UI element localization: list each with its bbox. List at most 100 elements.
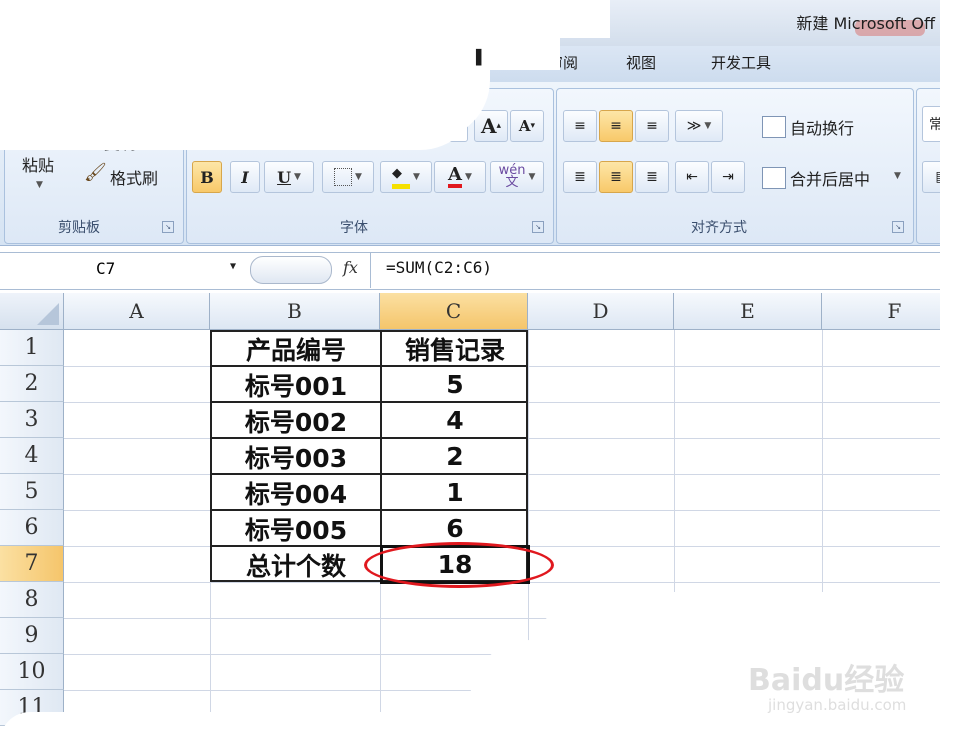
window-title: 新建 Microsoft Off (796, 14, 935, 33)
formula-bar-splitter[interactable] (250, 256, 332, 284)
merge-center-button[interactable]: 合并后居中 (790, 166, 870, 190)
wrap-text-icon (762, 116, 786, 138)
font-group-label: 字体 (340, 220, 368, 236)
font-color-button[interactable]: A ▼ (434, 161, 486, 193)
chevron-down-icon: ▼ (36, 180, 43, 190)
row-header-1[interactable]: 1 (0, 330, 64, 366)
tab-view[interactable]: 视图 (626, 52, 656, 73)
occlusion (940, 0, 975, 740)
underline-button[interactable]: U ▼ (264, 161, 314, 193)
border-icon (334, 168, 353, 186)
cell-c3[interactable]: 4 (382, 403, 528, 438)
column-header-c[interactable]: C (380, 293, 528, 330)
watermark-brand: Baidu经验 (748, 663, 905, 698)
insert-function-button[interactable]: fx (343, 258, 358, 277)
chevron-down-icon: ▼ (528, 172, 536, 182)
cell-b6[interactable]: 标号005 (212, 511, 380, 546)
cell-b7[interactable]: 总计个数 (212, 547, 380, 582)
name-box-value: C7 (96, 259, 116, 278)
align-top-button[interactable]: ≡ (563, 110, 597, 142)
cell-c1[interactable]: 销售记录 (382, 331, 528, 366)
watermark-url: jingyan.baidu.com (768, 696, 907, 714)
fill-color-button[interactable]: ◆ ▼ (380, 161, 432, 193)
paste-label: 粘贴 (22, 156, 55, 175)
font-color-icon: A (448, 166, 463, 188)
chevron-down-icon: ▼ (465, 172, 472, 182)
align-middle-button[interactable]: ≡ (599, 110, 633, 142)
cell-b5[interactable]: 标号004 (212, 475, 380, 510)
column-header-d[interactable]: D (528, 293, 674, 330)
cell-c5[interactable]: 1 (382, 475, 528, 510)
cell-c6[interactable]: 6 (382, 511, 528, 546)
align-top-icon: ≡ (574, 118, 586, 134)
phonetic-icon: wén 文 (498, 163, 526, 190)
align-right-button[interactable]: ≣ (635, 161, 669, 193)
merge-center-icon (762, 167, 786, 189)
formula-divider (370, 252, 371, 288)
shrink-font-button[interactable]: A ▾ (510, 110, 544, 142)
align-center-button[interactable]: ≣ (599, 161, 633, 193)
name-box[interactable]: C7 ▼ (0, 256, 245, 284)
column-header-b[interactable]: B (210, 293, 380, 330)
row-header-4[interactable]: 4 (0, 438, 64, 474)
tab-developer[interactable]: 开发工具 (711, 52, 771, 73)
clipboard-launcher-icon[interactable]: ↘ (162, 221, 174, 233)
row-header-2[interactable]: 2 (0, 366, 64, 402)
grow-font-button[interactable]: A ▴ (474, 110, 508, 142)
chevron-down-icon: ▼ (230, 261, 237, 272)
row-header-3[interactable]: 3 (0, 402, 64, 438)
orientation-icon: ≫ (686, 118, 702, 134)
alignment-group-label: 对齐方式 (691, 220, 747, 236)
italic-button[interactable]: I (230, 161, 260, 193)
phonetic-guide-button[interactable]: wén 文 ▼ (490, 161, 544, 193)
formula-input[interactable]: =SUM(C2:C6) (386, 258, 492, 277)
cell-c4[interactable]: 2 (382, 439, 528, 474)
orientation-button[interactable]: ≫ ▼ (675, 110, 723, 142)
annotation-ellipse (364, 542, 554, 588)
row-header-6[interactable]: 6 (0, 510, 64, 546)
borders-button[interactable]: ▼ (322, 161, 374, 193)
increase-indent-icon: ⇥ (722, 169, 734, 185)
column-header-e[interactable]: E (674, 293, 822, 330)
align-center-icon: ≣ (610, 169, 622, 185)
cell-b1[interactable]: 产品编号 (212, 331, 380, 366)
cell-b4[interactable]: 标号003 (212, 439, 380, 474)
align-right-icon: ≣ (646, 169, 658, 185)
align-middle-icon: ≡ (610, 118, 622, 134)
cell-b2[interactable]: 标号001 (212, 367, 380, 402)
decrease-indent-button[interactable]: ⇤ (675, 161, 709, 193)
chevron-down-icon: ▼ (355, 172, 362, 182)
occlusion (0, 712, 975, 742)
clipboard-group-label: 剪贴板 (58, 220, 100, 236)
select-all-icon (37, 303, 59, 325)
column-header-a[interactable]: A (64, 293, 210, 330)
cell-b3[interactable]: 标号002 (212, 403, 380, 438)
format-painter-icon: 🖌 (84, 162, 107, 183)
paint-bucket-icon: ◆ (392, 166, 411, 189)
bold-button[interactable]: B (192, 161, 222, 193)
font-launcher-icon[interactable]: ↘ (532, 221, 544, 233)
select-all-button[interactable] (0, 293, 64, 330)
chevron-down-icon: ▼ (704, 121, 712, 131)
row-header-7[interactable]: 7 (0, 546, 64, 582)
row-header-5[interactable]: 5 (0, 474, 64, 510)
chevron-down-icon[interactable]: ▼ (894, 171, 901, 181)
occlusion (0, 60, 480, 150)
wrap-text-button[interactable]: 自动换行 (790, 115, 854, 139)
chevron-down-icon: ▼ (294, 172, 301, 182)
alignment-launcher-icon[interactable]: ↘ (892, 221, 904, 233)
align-bottom-button[interactable]: ≡ (635, 110, 669, 142)
row-header-10[interactable]: 10 (0, 654, 64, 690)
cell-c2[interactable]: 5 (382, 367, 528, 402)
tab-partial: ▌ (476, 50, 487, 66)
format-painter-button[interactable]: 格式刷 (110, 165, 158, 189)
align-left-icon: ≣ (574, 169, 586, 185)
occlusion (0, 20, 30, 80)
align-left-button[interactable]: ≣ (563, 161, 597, 193)
align-bottom-icon: ≡ (646, 118, 658, 134)
decrease-indent-icon: ⇤ (686, 169, 698, 185)
row-header-9[interactable]: 9 (0, 618, 64, 654)
increase-indent-button[interactable]: ⇥ (711, 161, 745, 193)
chevron-down-icon: ▼ (413, 172, 420, 182)
row-header-8[interactable]: 8 (0, 582, 64, 618)
